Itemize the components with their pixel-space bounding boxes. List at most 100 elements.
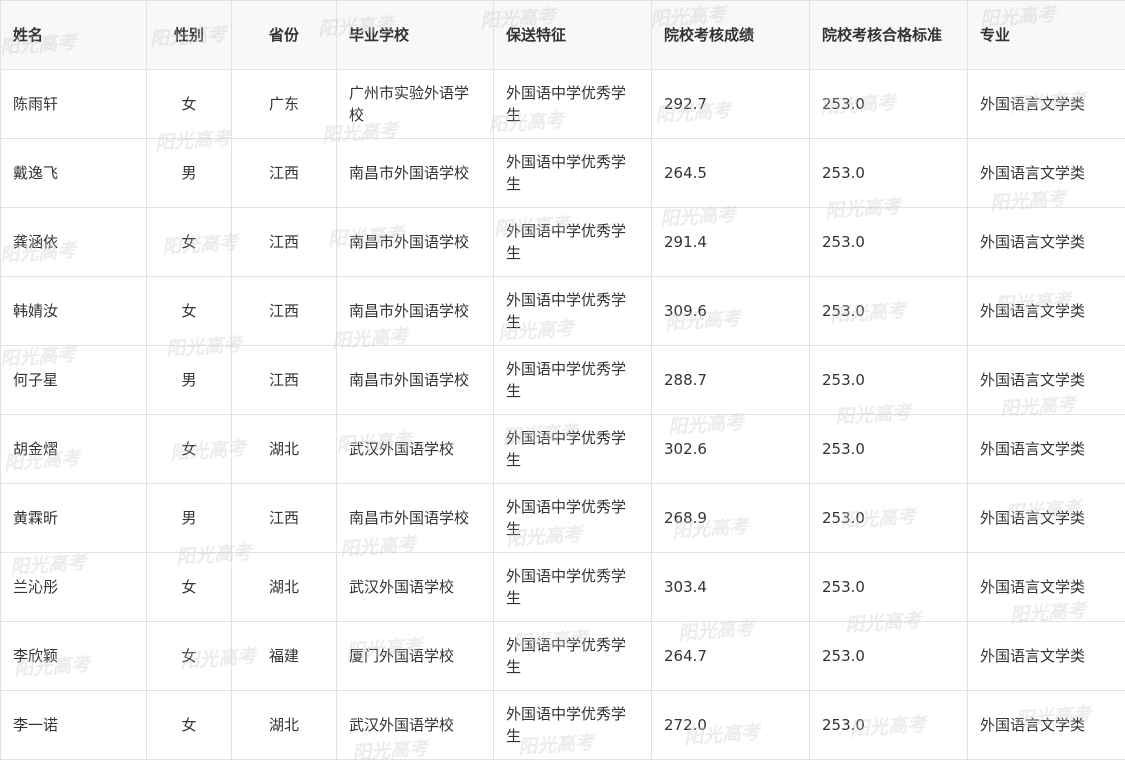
cell-school: 南昌市外国语学校: [336, 138, 494, 208]
cell-major: 外国语言文学类: [967, 345, 1125, 415]
cell-gender: 男: [146, 483, 232, 553]
cell-feature: 外国语中学优秀学生: [493, 621, 652, 691]
cell-standard: 253.0: [809, 276, 968, 346]
cell-province: 福建: [231, 621, 337, 691]
header-gender: 性别: [146, 0, 232, 70]
table-row: 兰沁彤 女 湖北 武汉外国语学校 外国语中学优秀学生 303.4 253.0 外…: [0, 552, 1125, 622]
cell-province: 江西: [231, 345, 337, 415]
header-standard: 院校考核合格标准: [809, 0, 968, 70]
table-row: 何子星 男 江西 南昌市外国语学校 外国语中学优秀学生 288.7 253.0 …: [0, 345, 1125, 415]
header-school: 毕业学校: [336, 0, 494, 70]
cell-school: 南昌市外国语学校: [336, 483, 494, 553]
cell-gender: 女: [146, 276, 232, 346]
cell-major: 外国语言文学类: [967, 276, 1125, 346]
header-name: 姓名: [0, 0, 147, 70]
cell-feature: 外国语中学优秀学生: [493, 345, 652, 415]
cell-score: 303.4: [651, 552, 810, 622]
header-score: 院校考核成绩: [651, 0, 810, 70]
admission-table-container: 姓名 性别 省份 毕业学校 保送特征 院校考核成绩 院校考核合格标准 专业 陈雨…: [0, 0, 1125, 760]
cell-school: 广州市实验外语学校: [336, 69, 494, 139]
cell-standard: 253.0: [809, 69, 968, 139]
cell-gender: 女: [146, 621, 232, 691]
cell-standard: 253.0: [809, 207, 968, 277]
cell-feature: 外国语中学优秀学生: [493, 207, 652, 277]
cell-school: 武汉外国语学校: [336, 690, 494, 760]
cell-major: 外国语言文学类: [967, 483, 1125, 553]
cell-feature: 外国语中学优秀学生: [493, 483, 652, 553]
cell-feature: 外国语中学优秀学生: [493, 414, 652, 484]
table-row: 龚涵依 女 江西 南昌市外国语学校 外国语中学优秀学生 291.4 253.0 …: [0, 207, 1125, 277]
cell-province: 广东: [231, 69, 337, 139]
cell-standard: 253.0: [809, 345, 968, 415]
cell-school: 南昌市外国语学校: [336, 207, 494, 277]
cell-school: 武汉外国语学校: [336, 414, 494, 484]
cell-name: 李欣颖: [0, 621, 147, 691]
cell-province: 湖北: [231, 414, 337, 484]
cell-standard: 253.0: [809, 138, 968, 208]
table-row: 戴逸飞 男 江西 南昌市外国语学校 外国语中学优秀学生 264.5 253.0 …: [0, 138, 1125, 208]
cell-major: 外国语言文学类: [967, 138, 1125, 208]
cell-feature: 外国语中学优秀学生: [493, 138, 652, 208]
cell-score: 302.6: [651, 414, 810, 484]
table-row: 李欣颖 女 福建 厦门外国语学校 外国语中学优秀学生 264.7 253.0 外…: [0, 621, 1125, 691]
cell-score: 268.9: [651, 483, 810, 553]
table-header-row: 姓名 性别 省份 毕业学校 保送特征 院校考核成绩 院校考核合格标准 专业: [0, 0, 1125, 70]
table-row: 李一诺 女 湖北 武汉外国语学校 外国语中学优秀学生 272.0 253.0 外…: [0, 690, 1125, 760]
table-row: 陈雨轩 女 广东 广州市实验外语学校 外国语中学优秀学生 292.7 253.0…: [0, 69, 1125, 139]
cell-gender: 男: [146, 345, 232, 415]
cell-score: 291.4: [651, 207, 810, 277]
cell-gender: 女: [146, 207, 232, 277]
cell-major: 外国语言文学类: [967, 414, 1125, 484]
cell-name: 胡金熠: [0, 414, 147, 484]
cell-score: 264.7: [651, 621, 810, 691]
header-feature: 保送特征: [493, 0, 652, 70]
cell-standard: 253.0: [809, 690, 968, 760]
cell-school: 武汉外国语学校: [336, 552, 494, 622]
cell-major: 外国语言文学类: [967, 552, 1125, 622]
cell-school: 南昌市外国语学校: [336, 345, 494, 415]
cell-school: 南昌市外国语学校: [336, 276, 494, 346]
cell-name: 李一诺: [0, 690, 147, 760]
cell-feature: 外国语中学优秀学生: [493, 690, 652, 760]
cell-score: 309.6: [651, 276, 810, 346]
header-province: 省份: [231, 0, 337, 70]
cell-name: 何子星: [0, 345, 147, 415]
cell-score: 272.0: [651, 690, 810, 760]
cell-standard: 253.0: [809, 483, 968, 553]
table-row: 胡金熠 女 湖北 武汉外国语学校 外国语中学优秀学生 302.6 253.0 外…: [0, 414, 1125, 484]
cell-feature: 外国语中学优秀学生: [493, 276, 652, 346]
cell-name: 黄霖昕: [0, 483, 147, 553]
cell-major: 外国语言文学类: [967, 69, 1125, 139]
cell-gender: 女: [146, 552, 232, 622]
cell-gender: 女: [146, 69, 232, 139]
cell-score: 264.5: [651, 138, 810, 208]
cell-name: 陈雨轩: [0, 69, 147, 139]
cell-major: 外国语言文学类: [967, 207, 1125, 277]
cell-name: 兰沁彤: [0, 552, 147, 622]
cell-name: 戴逸飞: [0, 138, 147, 208]
cell-province: 江西: [231, 207, 337, 277]
cell-score: 288.7: [651, 345, 810, 415]
cell-gender: 男: [146, 138, 232, 208]
cell-standard: 253.0: [809, 621, 968, 691]
cell-standard: 253.0: [809, 414, 968, 484]
table-row: 韩婧汝 女 江西 南昌市外国语学校 外国语中学优秀学生 309.6 253.0 …: [0, 276, 1125, 346]
cell-province: 江西: [231, 483, 337, 553]
cell-school: 厦门外国语学校: [336, 621, 494, 691]
cell-province: 湖北: [231, 690, 337, 760]
cell-major: 外国语言文学类: [967, 690, 1125, 760]
cell-province: 湖北: [231, 552, 337, 622]
cell-score: 292.7: [651, 69, 810, 139]
cell-gender: 女: [146, 690, 232, 760]
table-row: 黄霖昕 男 江西 南昌市外国语学校 外国语中学优秀学生 268.9 253.0 …: [0, 483, 1125, 553]
cell-major: 外国语言文学类: [967, 621, 1125, 691]
cell-name: 龚涵依: [0, 207, 147, 277]
cell-name: 韩婧汝: [0, 276, 147, 346]
header-major: 专业: [967, 0, 1125, 70]
cell-gender: 女: [146, 414, 232, 484]
cell-standard: 253.0: [809, 552, 968, 622]
cell-province: 江西: [231, 138, 337, 208]
cell-feature: 外国语中学优秀学生: [493, 69, 652, 139]
cell-feature: 外国语中学优秀学生: [493, 552, 652, 622]
cell-province: 江西: [231, 276, 337, 346]
